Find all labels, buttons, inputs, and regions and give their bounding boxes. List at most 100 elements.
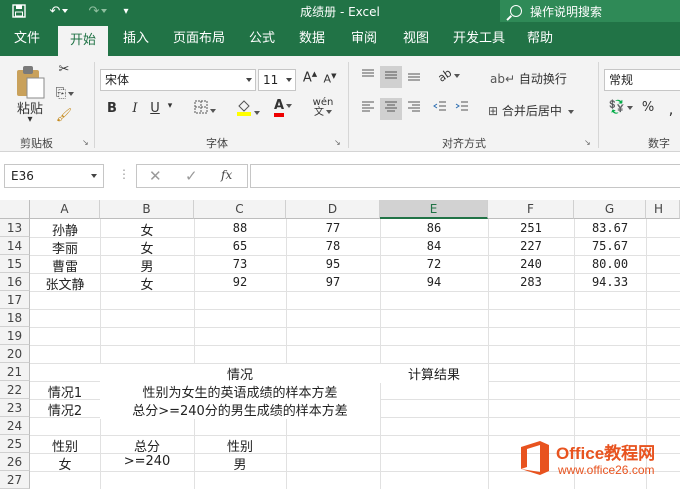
align-left-icon[interactable]: [358, 100, 378, 118]
alignment-launcher-icon[interactable]: ↘: [584, 138, 591, 147]
decrease-font-icon[interactable]: A▼: [322, 72, 338, 86]
cell-e16[interactable]: 94: [380, 275, 488, 289]
tab-home[interactable]: 开始: [58, 26, 108, 56]
tab-formulas[interactable]: 公式: [240, 22, 284, 56]
cell-a15[interactable]: 曹雷: [30, 256, 100, 275]
tab-page-layout[interactable]: 页面布局: [166, 22, 232, 56]
name-box[interactable]: E36: [4, 164, 104, 188]
italic-button[interactable]: I: [128, 101, 142, 116]
cell-b25[interactable]: 总分: [100, 436, 194, 455]
format-painter-icon[interactable]: 🖌: [54, 108, 74, 123]
tab-developer[interactable]: 开发工具: [446, 22, 512, 56]
fill-color-icon[interactable]: [232, 98, 264, 120]
cut-icon[interactable]: ✂: [54, 62, 74, 77]
row-header-26[interactable]: 26: [0, 453, 30, 471]
cell-a16[interactable]: 张文静: [30, 274, 100, 293]
cell-b23[interactable]: 总分>=240分的男生成绩的样本方差: [100, 400, 380, 419]
insert-function-icon[interactable]: fx: [221, 168, 232, 182]
column-header-e[interactable]: E: [380, 200, 488, 219]
wrap-text-button[interactable]: ab↵ 自动换行: [490, 70, 574, 87]
cell-b16[interactable]: 女: [100, 274, 194, 293]
formula-input[interactable]: [250, 164, 680, 188]
underline-button[interactable]: U: [148, 101, 162, 116]
cell-b26[interactable]: >=240: [100, 454, 194, 469]
font-launcher-icon[interactable]: ↘: [334, 138, 341, 147]
row-header-25[interactable]: 25: [0, 435, 30, 453]
cell-a23[interactable]: 情况2: [30, 400, 100, 419]
comma-style-icon[interactable]: ,: [662, 100, 680, 118]
row-header-21[interactable]: 21: [0, 363, 30, 381]
borders-icon[interactable]: [190, 100, 220, 118]
tab-view[interactable]: 视图: [394, 22, 438, 56]
tab-data[interactable]: 数据: [290, 22, 334, 56]
row-header-15[interactable]: 15: [0, 255, 30, 273]
row-header-17[interactable]: 17: [0, 291, 30, 309]
align-top-icon[interactable]: [358, 68, 378, 86]
paste-dropdown-icon[interactable]: ▾: [20, 114, 40, 125]
cell-a22[interactable]: 情况1: [30, 382, 100, 401]
font-name-select[interactable]: 宋体: [100, 69, 256, 91]
clipboard-launcher-icon[interactable]: ↘: [82, 138, 89, 147]
cell-f13[interactable]: 251: [488, 221, 574, 235]
align-bottom-icon[interactable]: [404, 68, 424, 86]
cell-f16[interactable]: 283: [488, 275, 574, 289]
cell-a25[interactable]: 性别: [30, 436, 100, 455]
decrease-indent-icon[interactable]: [430, 100, 450, 118]
tell-me-search[interactable]: 操作说明搜索: [500, 0, 680, 22]
cell-g13[interactable]: 83.67: [574, 221, 646, 235]
number-format-select[interactable]: 常规: [604, 69, 680, 91]
increase-font-icon[interactable]: A▲: [302, 70, 318, 85]
row-header-14[interactable]: 14: [0, 237, 30, 255]
row-header-16[interactable]: 16: [0, 273, 30, 291]
row-header-18[interactable]: 18: [0, 309, 30, 327]
cell-e14[interactable]: 84: [380, 239, 488, 253]
cancel-icon[interactable]: ✕: [149, 167, 162, 185]
cell-e21-result[interactable]: 计算结果: [380, 364, 488, 383]
align-center-icon[interactable]: [380, 98, 402, 120]
cell-g16[interactable]: 94.33: [574, 275, 646, 289]
phonetic-guide-icon[interactable]: wén 文: [308, 98, 338, 118]
percent-button[interactable]: %: [640, 100, 656, 115]
tab-insert[interactable]: 插入: [114, 22, 158, 56]
cell-c13[interactable]: 88: [194, 221, 286, 235]
underline-dropdown-icon[interactable]: ▾: [164, 101, 176, 111]
tab-help[interactable]: 帮助: [518, 22, 562, 56]
cell-a14[interactable]: 李丽: [30, 238, 100, 257]
cell-a26[interactable]: 女: [30, 454, 100, 473]
enter-icon[interactable]: ✓: [185, 167, 198, 185]
cell-c25[interactable]: 性别: [194, 436, 286, 455]
cell-d14[interactable]: 78: [286, 239, 380, 253]
cell-e15[interactable]: 72: [380, 257, 488, 271]
copy-icon[interactable]: ⎘: [52, 86, 78, 101]
font-size-select[interactable]: 11: [258, 69, 296, 91]
column-header-g[interactable]: G: [574, 200, 646, 219]
accounting-format-icon[interactable]: 💱: [606, 100, 636, 115]
row-header-20[interactable]: 20: [0, 345, 30, 363]
row-header-24[interactable]: 24: [0, 417, 30, 435]
orientation-icon[interactable]: ab: [434, 66, 464, 85]
align-right-icon[interactable]: [404, 100, 424, 118]
cell-f15[interactable]: 240: [488, 257, 574, 271]
cell-c14[interactable]: 65: [194, 239, 286, 253]
cell-g15[interactable]: 80.00: [574, 257, 646, 271]
cell-f14[interactable]: 227: [488, 239, 574, 253]
column-header-a[interactable]: A: [30, 200, 100, 219]
row-header-13[interactable]: 13: [0, 219, 30, 237]
row-header-19[interactable]: 19: [0, 327, 30, 345]
column-header-d[interactable]: D: [286, 200, 380, 219]
row-header-23[interactable]: 23: [0, 399, 30, 417]
column-header-c[interactable]: C: [194, 200, 286, 219]
column-header-h[interactable]: H: [646, 200, 680, 219]
cell-e13[interactable]: 86: [380, 221, 488, 235]
cell-a13[interactable]: 孙静: [30, 220, 100, 239]
cell-b21-situation[interactable]: 情况: [100, 364, 380, 383]
cell-c15[interactable]: 73: [194, 257, 286, 271]
column-header-b[interactable]: B: [100, 200, 194, 219]
align-middle-icon[interactable]: [380, 66, 402, 88]
cell-c26[interactable]: 男: [194, 454, 286, 473]
cell-b13[interactable]: 女: [100, 220, 194, 239]
paste-icon[interactable]: [14, 64, 48, 100]
bold-button[interactable]: B: [104, 101, 120, 116]
merge-center-button[interactable]: ⊞ 合并后居中: [488, 102, 588, 119]
cell-d13[interactable]: 77: [286, 221, 380, 235]
